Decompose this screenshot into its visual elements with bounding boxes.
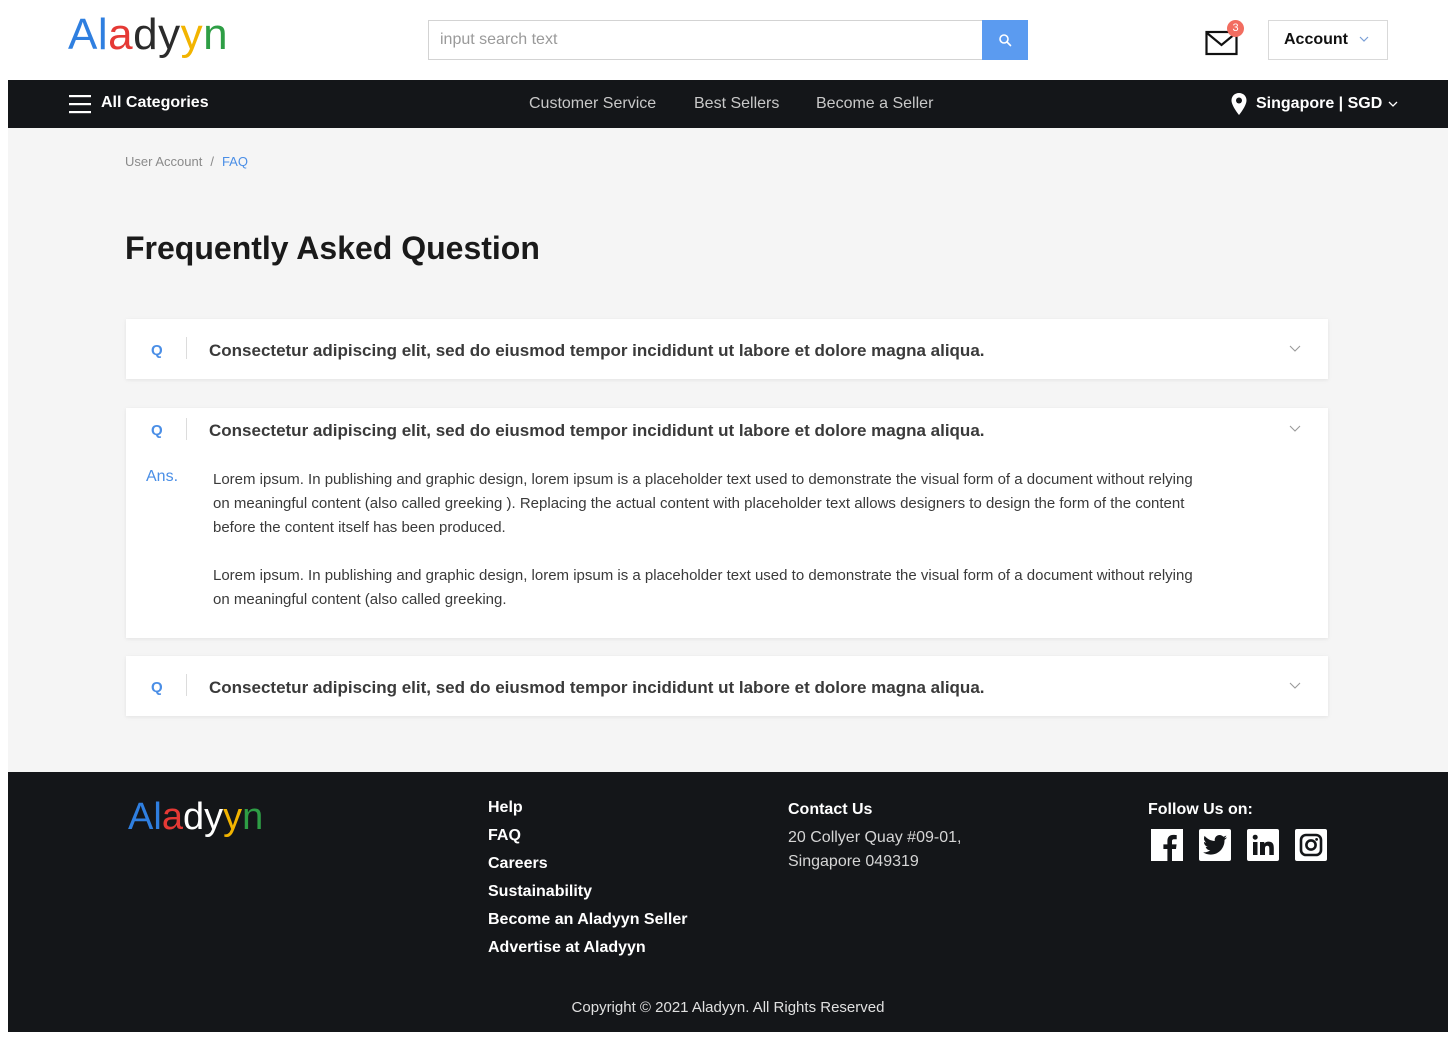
- footer-link-become-seller[interactable]: Become an Aladyyn Seller: [488, 910, 688, 938]
- question-marker: Q: [151, 342, 163, 359]
- search-input[interactable]: [428, 20, 982, 60]
- search-icon: [999, 34, 1012, 47]
- faq-question-header[interactable]: Q Consectetur adipiscing elit, sed do ei…: [126, 319, 1328, 379]
- logo-letter: d: [133, 10, 159, 59]
- page: Aladyyn 3 Account All Categories Custome…: [8, 0, 1448, 1044]
- search-button[interactable]: [982, 20, 1028, 60]
- linkedin-icon[interactable]: [1247, 829, 1279, 861]
- footer-link-sustainability[interactable]: Sustainability: [488, 882, 688, 910]
- logo-letter: y: [204, 796, 224, 838]
- footer: Aladyyn Help FAQ Careers Sustainability …: [8, 772, 1448, 1032]
- breadcrumb: User Account / FAQ: [125, 154, 248, 169]
- hamburger-menu-icon[interactable]: [69, 94, 91, 114]
- footer-link-help[interactable]: Help: [488, 798, 688, 826]
- faq-question-text: Consectetur adipiscing elit, sed do eius…: [209, 341, 985, 360]
- address-line: Singapore 049319: [788, 853, 919, 870]
- account-label: Account: [1284, 31, 1348, 48]
- social-links: [1151, 829, 1327, 861]
- logo-letter: n: [203, 10, 229, 59]
- question-marker: Q: [151, 679, 163, 696]
- notification-badge: 3: [1227, 20, 1244, 37]
- faq-item: Q Consectetur adipiscing elit, sed do ei…: [126, 656, 1328, 716]
- twitter-icon[interactable]: [1199, 829, 1231, 861]
- chevron-down-icon[interactable]: [1289, 680, 1301, 690]
- main-content: User Account / FAQ Frequently Asked Questi…: [8, 128, 1448, 772]
- location-label: Singapore | SGD: [1256, 95, 1383, 112]
- faq-item-expanded: Q Consectetur adipiscing elit, sed do ei…: [126, 408, 1328, 638]
- logo-letter: A: [128, 796, 154, 838]
- answer-paragraph: Lorem ipsum. In publishing and graphic d…: [213, 471, 1193, 536]
- footer-link-advertise[interactable]: Advertise at Aladyyn: [488, 938, 688, 966]
- question-marker: Q: [151, 422, 163, 439]
- footer-logo[interactable]: Aladyyn: [128, 796, 263, 839]
- chevron-down-icon[interactable]: [1289, 423, 1301, 433]
- faq-answer: Lorem ipsum. In publishing and graphic d…: [213, 468, 1213, 612]
- faq-item: Q Consectetur adipiscing elit, sed do ei…: [126, 319, 1328, 379]
- breadcrumb-item-user-account[interactable]: User Account: [125, 154, 202, 169]
- address-line: 20 Collyer Quay #09-01,: [788, 829, 962, 846]
- logo-letter: d: [182, 796, 205, 838]
- faq-question-header[interactable]: Q Consectetur adipiscing elit, sed do ei…: [126, 656, 1328, 716]
- answer-paragraph: Lorem ipsum. In publishing and graphic d…: [213, 567, 1193, 608]
- footer-link-faq[interactable]: FAQ: [488, 826, 688, 854]
- divider: [186, 337, 187, 359]
- divider: [186, 418, 187, 440]
- logo-letter: y: [158, 10, 181, 59]
- all-categories-button[interactable]: All Categories: [101, 94, 209, 112]
- mail-button[interactable]: 3: [1205, 20, 1244, 56]
- account-dropdown[interactable]: Account: [1268, 20, 1388, 60]
- copyright: Copyright © 2021 Aladyyn. All Rights Res…: [571, 999, 885, 1016]
- nav-link-customer-service[interactable]: Customer Service: [529, 95, 656, 113]
- breadcrumb-item-faq[interactable]: FAQ: [222, 154, 248, 169]
- logo-letter: A: [68, 10, 98, 59]
- faq-question-text: Consectetur adipiscing elit, sed do eius…: [209, 421, 985, 440]
- instagram-icon[interactable]: [1295, 829, 1327, 861]
- contact-title: Contact Us: [788, 801, 873, 818]
- logo-letter: y: [223, 796, 243, 838]
- nav-link-best-sellers[interactable]: Best Sellers: [694, 95, 779, 113]
- faq-question-text: Consectetur adipiscing elit, sed do eius…: [209, 678, 985, 697]
- facebook-icon[interactable]: [1151, 829, 1183, 861]
- footer-links: Help FAQ Careers Sustainability Become a…: [488, 798, 688, 966]
- faq-question-header[interactable]: Q Consectetur adipiscing elit, sed do ei…: [126, 408, 1328, 452]
- search-bar: [428, 20, 1028, 60]
- chevron-down-icon: [1359, 36, 1369, 42]
- divider: [186, 674, 187, 696]
- answer-marker: Ans.: [146, 468, 179, 485]
- nav-link-become-seller[interactable]: Become a Seller: [816, 95, 933, 113]
- main-nav: All Categories Customer Service Best Sel…: [8, 80, 1448, 128]
- page-title: Frequently Asked Question: [125, 230, 540, 266]
- logo-letter: l: [97, 10, 109, 59]
- footer-link-careers[interactable]: Careers: [488, 854, 688, 882]
- chevron-down-icon[interactable]: [1289, 343, 1301, 353]
- location-pin-icon: [1231, 93, 1247, 115]
- logo-letter: l: [153, 796, 162, 838]
- breadcrumb-separator: /: [210, 154, 214, 169]
- logo-letter: y: [180, 10, 204, 59]
- logo-letter: a: [108, 10, 134, 59]
- logo-letter: a: [161, 796, 183, 838]
- logo[interactable]: Aladyyn: [68, 10, 228, 60]
- logo-letter: n: [242, 796, 264, 838]
- contact-address: 20 Collyer Quay #09-01, Singapore 049319: [788, 826, 961, 874]
- header: Aladyyn 3 Account: [8, 0, 1448, 80]
- follow-title: Follow Us on:: [1148, 801, 1253, 818]
- location-selector[interactable]: Singapore | SGD: [1230, 92, 1398, 116]
- chevron-down-icon: [1388, 101, 1398, 107]
